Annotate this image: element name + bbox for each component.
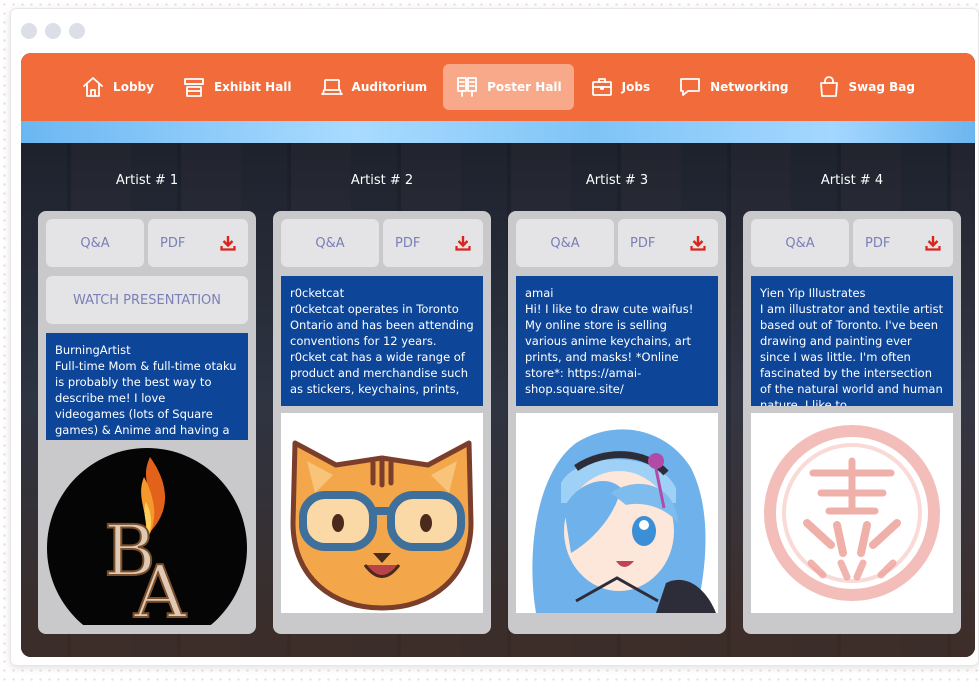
nav-swag-bag[interactable]: Swag Bag (805, 64, 927, 110)
artist-4-pdf-button[interactable]: PDF (853, 219, 953, 267)
laptop-icon (320, 79, 343, 95)
artist-2-bio: r0cketcat operates in Toronto Ontario an… (290, 302, 474, 396)
home-icon (83, 77, 103, 97)
artist-2-pdf-button[interactable]: PDF (383, 219, 483, 267)
nav-exhibit-hall-label: Exhibit Hall (213, 80, 292, 94)
artist-4-button-row: Q&A PDF (751, 219, 953, 267)
nav-jobs-label: Jobs (621, 80, 651, 94)
nav-networking[interactable]: Networking (666, 64, 800, 110)
artist-1-watch-presentation-button[interactable]: WATCH PRESENTATION (46, 276, 248, 324)
artist-4-pdf-label: PDF (865, 235, 891, 251)
virtual-event-app: Lobby Exhibit Hall Auditorium Poster Hal… (21, 53, 975, 657)
browser-window: Lobby Exhibit Hall Auditorium Poster Hal… (10, 8, 979, 666)
burningartist-logo-icon: B A (47, 448, 247, 625)
artist-3-button-row: Q&A PDF (516, 219, 718, 267)
artist-3-qa-button[interactable]: Q&A (516, 219, 614, 267)
artist-4-bio: I am illustrator and textile artist base… (760, 302, 944, 406)
download-icon (220, 236, 236, 251)
briefcase-icon (591, 78, 612, 96)
artist-3-card: Q&A PDF amai Hi! I like to draw cute wai… (508, 211, 726, 634)
nav-lobby[interactable]: Lobby (69, 64, 166, 110)
download-icon (925, 236, 941, 251)
artist-2-pdf-label: PDF (395, 235, 421, 251)
artist-1-button-row: Q&A PDF (46, 219, 248, 267)
artist-4-qa-button[interactable]: Q&A (751, 219, 849, 267)
download-icon (455, 236, 471, 251)
artist-4-name: Yien Yip Illustrates (760, 286, 866, 300)
artist-1-title: Artist # 1 (115, 173, 179, 188)
artist-2-qa-button[interactable]: Q&A (281, 219, 379, 267)
poster-icon (457, 77, 478, 97)
artist-2-card: Q&A PDF r0cketcat r0cketcat operates in … (273, 211, 491, 634)
artist-1-name: BurningArtist (55, 343, 131, 357)
artist-1-pdf-label: PDF (160, 235, 186, 251)
download-icon (690, 236, 706, 251)
artist-1-qa-button[interactable]: Q&A (46, 219, 144, 267)
artist-2-title: Artist # 2 (350, 173, 414, 188)
red-seal-stamp-icon (751, 413, 953, 613)
nav-lobby-label: Lobby (113, 80, 154, 94)
artist-4-card: Q&A PDF Yien Yip Illustrates I am illust… (743, 211, 961, 634)
artist-3-image[interactable] (516, 413, 718, 613)
artist-3-bio: Hi! I like to draw cute waifus! My onlin… (525, 302, 694, 396)
artist-2-name: r0cketcat (290, 286, 345, 300)
poster-hall-stage: Artist # 1 Q&A PDF WATCH PRESENTATION Bu… (21, 143, 975, 657)
artist-3-name: amai (525, 286, 554, 300)
artist-1-bio: Full-time Mom & full-time otaku is proba… (55, 359, 237, 440)
cat-with-glasses-icon (290, 440, 474, 611)
svg-text:A: A (133, 550, 187, 625)
artist-1-description[interactable]: BurningArtist Full-time Mom & full-time … (46, 333, 248, 440)
nav-poster-hall-label: Poster Hall (487, 80, 562, 94)
artist-3-pdf-button[interactable]: PDF (618, 219, 718, 267)
artist-3-title: Artist # 3 (585, 173, 649, 188)
nav-auditorium[interactable]: Auditorium (308, 64, 440, 110)
bag-icon (819, 76, 838, 97)
anime-girl-illustration-icon (516, 413, 718, 613)
window-dot-maximize[interactable] (69, 23, 85, 39)
window-controls (21, 23, 85, 39)
nav-jobs[interactable]: Jobs (578, 64, 662, 110)
nav-auditorium-label: Auditorium (351, 80, 428, 94)
artist-2-image[interactable] (281, 413, 483, 613)
artist-3-description[interactable]: amai Hi! I like to draw cute waifus! My … (516, 276, 718, 406)
nav-exhibit-hall[interactable]: Exhibit Hall (170, 64, 304, 110)
chat-icon (680, 78, 701, 96)
artist-4-title: Artist # 4 (820, 173, 884, 188)
artist-2-description[interactable]: r0cketcat r0cketcat operates in Toronto … (281, 276, 483, 406)
nav-swag-bag-label: Swag Bag (848, 80, 915, 94)
sky-banner (21, 121, 975, 143)
nav-poster-hall[interactable]: Poster Hall (443, 64, 574, 110)
artist-1-image[interactable]: B A (46, 447, 248, 625)
artist-4-image[interactable] (751, 413, 953, 613)
nav-networking-label: Networking (710, 80, 789, 94)
artist-2-button-row: Q&A PDF (281, 219, 483, 267)
window-dot-minimize[interactable] (45, 23, 61, 39)
artist-4-description[interactable]: Yien Yip Illustrates I am illustrator an… (751, 276, 953, 406)
artist-3-pdf-label: PDF (630, 235, 656, 251)
artist-1-pdf-button[interactable]: PDF (148, 219, 248, 267)
booth-icon (184, 78, 204, 97)
top-navigation: Lobby Exhibit Hall Auditorium Poster Hal… (21, 53, 975, 121)
window-dot-close[interactable] (21, 23, 37, 39)
artist-1-card: Q&A PDF WATCH PRESENTATION BurningArtist… (38, 211, 256, 634)
